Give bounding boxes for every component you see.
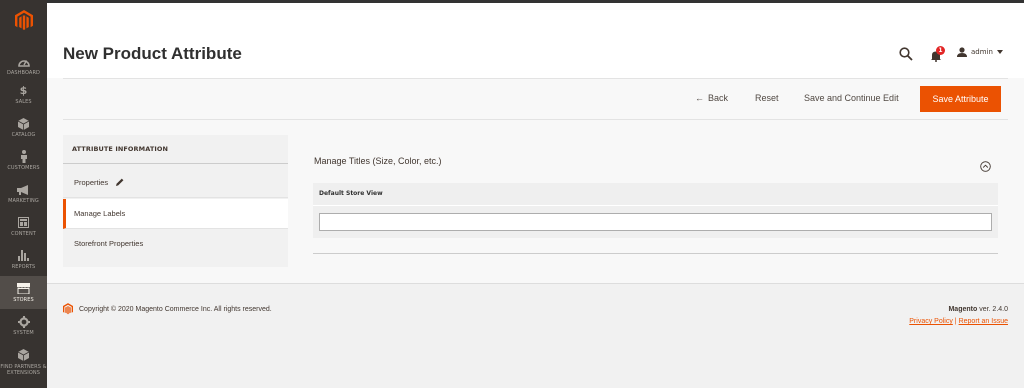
table-divider <box>313 205 998 206</box>
version-info: Magento ver. 2.4.0 <box>948 306 1008 313</box>
magento-footer-logo-icon <box>63 303 73 315</box>
page-actions-bar: ← Back Reset Save and Continue Edit Save … <box>63 78 1008 120</box>
chevron-up-circle-icon <box>980 161 991 172</box>
bar-chart-icon <box>18 249 29 262</box>
magento-logo[interactable] <box>0 0 47 40</box>
megaphone-icon <box>17 183 30 196</box>
copyright: Copyright © 2020 Magento Commerce Inc. A… <box>63 303 272 315</box>
page-footer: Copyright © 2020 Magento Commerce Inc. A… <box>47 283 1024 388</box>
page-header: New Product Attribute 1 admin <box>47 3 1024 78</box>
collapse-section-button[interactable] <box>980 157 991 172</box>
attribute-tabs: ATTRIBUTE INFORMATION Properties Manage … <box>63 135 288 267</box>
link-separator: | <box>954 318 957 325</box>
global-search-button[interactable] <box>899 46 915 62</box>
report-issue-link[interactable]: Report an Issue <box>959 318 1008 325</box>
nav-system[interactable]: SYSTEM <box>0 309 47 342</box>
nav-sales[interactable]: $ SALES <box>0 78 47 111</box>
footer-links: Privacy Policy | Report an Issue <box>909 318 1008 325</box>
dollar-icon: $ <box>19 84 28 97</box>
back-button[interactable]: ← Back <box>695 93 728 103</box>
labels-table: Default Store View <box>313 183 998 238</box>
save-and-continue-button[interactable]: Save and Continue Edit <box>804 93 899 103</box>
magento-logo-icon <box>14 9 33 30</box>
admin-sidebar: DASHBOARD $ SALES CATALOG CUSTOMERS MARK… <box>0 0 47 388</box>
arrow-left-icon: ← <box>695 93 704 103</box>
cube-box-icon <box>18 349 29 362</box>
nav-content[interactable]: CONTENT <box>0 210 47 243</box>
save-attribute-button[interactable]: Save Attribute <box>920 86 1001 112</box>
tab-properties[interactable]: Properties <box>63 168 288 198</box>
layout-icon <box>18 216 29 229</box>
pencil-icon <box>116 178 124 186</box>
gear-icon <box>17 315 30 328</box>
cube-icon <box>18 117 29 130</box>
tab-storefront-properties[interactable]: Storefront Properties <box>63 229 288 259</box>
tabs-title: ATTRIBUTE INFORMATION <box>63 135 288 164</box>
reset-button[interactable]: Reset <box>755 93 779 103</box>
brand-name: Magento <box>948 306 978 313</box>
tab-manage-labels[interactable]: Manage Labels <box>63 199 288 229</box>
column-header-default-store-view: Default Store View <box>319 190 383 197</box>
section-divider <box>313 253 998 254</box>
copyright-text: Copyright © 2020 Magento Commerce Inc. A… <box>79 305 272 313</box>
person-icon <box>20 150 28 163</box>
nav-find-partners[interactable]: FIND PARTNERS & EXTENSIONS <box>0 343 47 381</box>
nav-catalog[interactable]: CATALOG <box>0 111 47 144</box>
dashboard-icon <box>17 55 30 68</box>
section-title: Manage Titles (Size, Color, etc.) <box>314 156 442 166</box>
store-icon <box>17 282 30 295</box>
nav-marketing[interactable]: MARKETING <box>0 177 47 210</box>
default-store-view-label-input[interactable] <box>319 213 992 231</box>
admin-username: admin <box>971 48 993 56</box>
nav-stores[interactable]: STORES <box>0 276 47 309</box>
nav-customers[interactable]: CUSTOMERS <box>0 144 47 177</box>
admin-user-menu[interactable]: admin <box>957 47 1003 57</box>
notifications-count-badge[interactable]: 1 <box>936 46 945 55</box>
chevron-down-icon <box>996 50 1003 54</box>
search-icon <box>899 47 913 61</box>
nav-reports[interactable]: REPORTS <box>0 243 47 276</box>
version-number: ver. 2.4.0 <box>979 306 1008 313</box>
page-title: New Product Attribute <box>63 44 242 63</box>
privacy-policy-link[interactable]: Privacy Policy <box>909 318 953 325</box>
user-icon <box>957 47 967 57</box>
